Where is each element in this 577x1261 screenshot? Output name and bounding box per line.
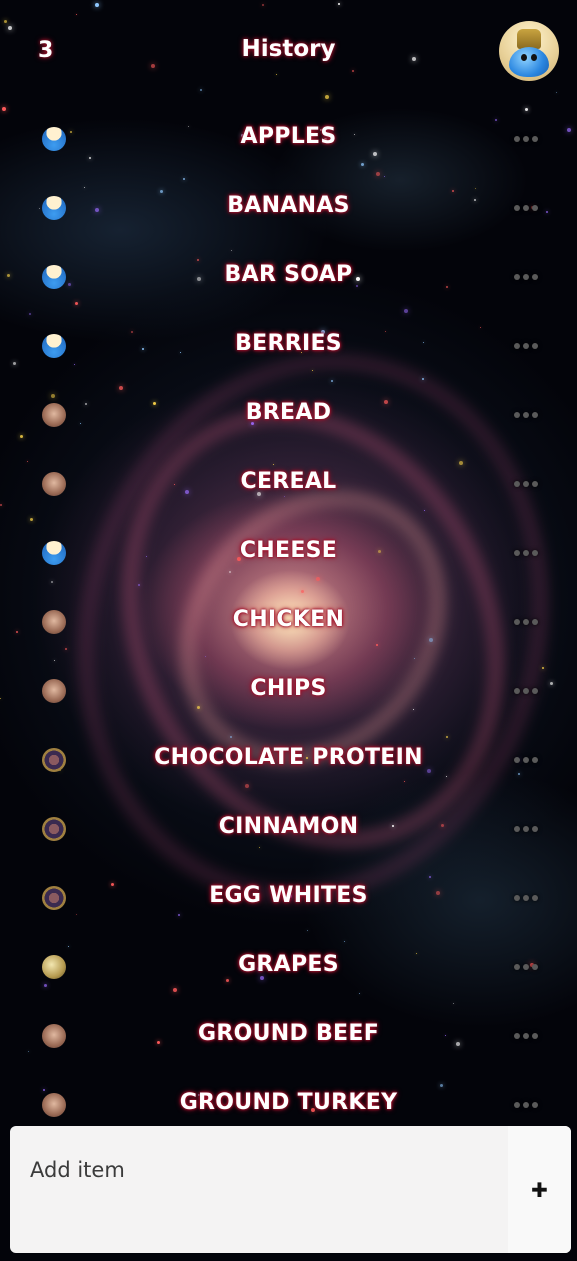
list-item[interactable]: BAR SOAP xyxy=(0,242,577,311)
list-item[interactable]: GROUND BEEF xyxy=(0,1001,577,1070)
more-options-icon[interactable] xyxy=(514,549,542,557)
more-options-icon[interactable] xyxy=(514,480,542,488)
list-item[interactable]: CHIPS xyxy=(0,656,577,725)
slime-hat-icon xyxy=(517,29,541,49)
list-item[interactable]: BERRIES xyxy=(0,311,577,380)
header: 3 History xyxy=(0,0,577,106)
more-options-icon[interactable] xyxy=(514,342,542,350)
list-item[interactable]: EGG WHITES xyxy=(0,863,577,932)
item-label: EGG WHITES xyxy=(209,883,368,908)
list-item[interactable]: CHEESE xyxy=(0,518,577,587)
item-label: APPLES xyxy=(240,124,337,149)
page-title: History xyxy=(241,36,336,62)
item-label: GROUND BEEF xyxy=(197,1021,380,1046)
add-item-bar: ✚ xyxy=(10,1126,571,1253)
more-options-icon[interactable] xyxy=(514,825,542,833)
list-item[interactable]: BANANAS xyxy=(0,173,577,242)
item-label: BREAD xyxy=(245,400,332,425)
list-item[interactable]: CHOCOLATE PROTEIN xyxy=(0,725,577,794)
more-options-icon[interactable] xyxy=(514,411,542,419)
more-options-icon[interactable] xyxy=(514,618,542,626)
list-item[interactable]: CINNAMON xyxy=(0,794,577,863)
item-label: CHEESE xyxy=(239,538,338,563)
list-item[interactable]: GRAPES xyxy=(0,932,577,1001)
add-item-input[interactable] xyxy=(10,1126,508,1253)
more-options-icon[interactable] xyxy=(514,894,542,902)
more-options-icon[interactable] xyxy=(514,135,542,143)
item-label: GROUND TURKEY xyxy=(179,1090,398,1115)
more-options-icon[interactable] xyxy=(514,1032,542,1040)
profile-avatar[interactable] xyxy=(499,21,559,81)
item-label: CHICKEN xyxy=(232,607,345,632)
plus-icon: ✚ xyxy=(531,1177,548,1202)
more-options-icon[interactable] xyxy=(514,687,542,695)
history-list: APPLES BANANAS BAR SOAP BERRIES BREAD CEREAL C… xyxy=(0,104,577,1139)
item-label: CHIPS xyxy=(250,676,327,701)
item-label: CINNAMON xyxy=(218,814,359,839)
list-item[interactable]: APPLES xyxy=(0,104,577,173)
item-label: CHOCOLATE PROTEIN xyxy=(154,745,423,770)
item-label: GRAPES xyxy=(238,952,339,977)
list-item[interactable]: BREAD xyxy=(0,380,577,449)
list-item[interactable]: CEREAL xyxy=(0,449,577,518)
item-label: BANANAS xyxy=(227,193,350,218)
slime-avatar-icon xyxy=(509,47,549,77)
list-item[interactable]: CHICKEN xyxy=(0,587,577,656)
item-label: BERRIES xyxy=(235,331,342,356)
more-options-icon[interactable] xyxy=(514,756,542,764)
item-label: CEREAL xyxy=(240,469,337,494)
more-options-icon[interactable] xyxy=(514,963,542,971)
item-label: BAR SOAP xyxy=(224,262,353,287)
add-item-button[interactable]: ✚ xyxy=(508,1126,571,1253)
more-options-icon[interactable] xyxy=(514,204,542,212)
more-options-icon[interactable] xyxy=(514,1101,542,1109)
more-options-icon[interactable] xyxy=(514,273,542,281)
